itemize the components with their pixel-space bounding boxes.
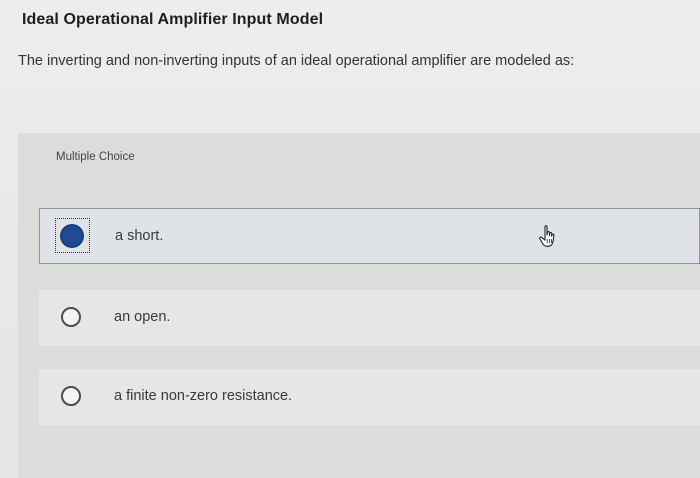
- option-an-open[interactable]: an open.: [39, 290, 700, 346]
- page-title: Ideal Operational Amplifier Input Model: [22, 11, 324, 28]
- radio-unselected-icon[interactable]: [61, 307, 81, 327]
- question-text: The inverting and non-inverting inputs o…: [18, 53, 575, 69]
- radio-unselected-icon[interactable]: [61, 386, 81, 406]
- page: Ideal Operational Amplifier Input Model …: [0, 0, 700, 478]
- multiple-choice-label: Multiple Choice: [56, 151, 135, 163]
- hand-pointer-icon: [539, 225, 555, 247]
- multiple-choice-panel: Multiple Choice a short. an open. a fini…: [18, 133, 700, 478]
- option-label: a short.: [115, 228, 164, 244]
- option-label: a finite non-zero resistance.: [114, 388, 293, 404]
- option-a-short[interactable]: a short.: [39, 208, 700, 264]
- option-finite-resistance[interactable]: a finite non-zero resistance.: [39, 369, 700, 425]
- radio-selected-icon[interactable]: [60, 224, 84, 248]
- option-label: an open.: [114, 309, 171, 325]
